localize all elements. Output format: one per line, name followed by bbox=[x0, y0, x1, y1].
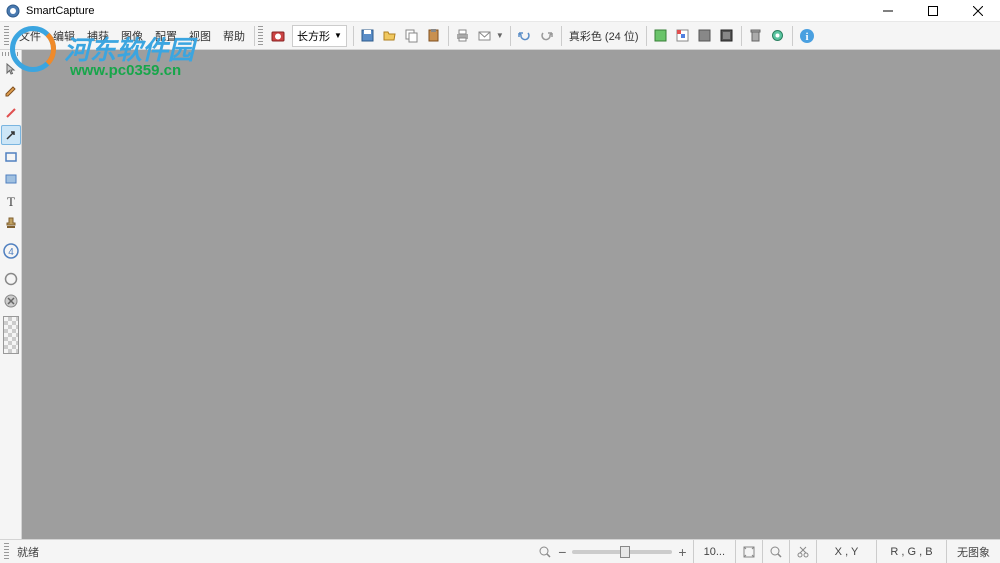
copy-button[interactable] bbox=[401, 25, 423, 47]
chevron-down-icon[interactable]: ▼ bbox=[496, 31, 504, 40]
filled-rect-tool[interactable] bbox=[1, 169, 21, 189]
separator bbox=[448, 26, 449, 46]
menu-edit[interactable]: 编辑 bbox=[47, 25, 81, 47]
statusbar-grip[interactable] bbox=[4, 543, 9, 561]
ellipse-tool[interactable] bbox=[1, 269, 21, 289]
zoom-slider[interactable] bbox=[572, 550, 672, 554]
zoom-in-button[interactable]: + bbox=[678, 544, 686, 560]
menu-capture[interactable]: 捕获 bbox=[81, 25, 115, 47]
zoom-slider-thumb[interactable] bbox=[620, 546, 630, 558]
svg-text:4: 4 bbox=[8, 247, 14, 258]
statusbar: 就绪 − + 10... X , Y R , G , B 无图象 bbox=[0, 539, 1000, 563]
capture-mode-dropdown[interactable]: 长方形 ▼ bbox=[292, 25, 347, 47]
color-depth-label: 真彩色 (24 位) bbox=[565, 28, 643, 44]
magnifier-button[interactable] bbox=[762, 540, 789, 563]
capture-button[interactable] bbox=[267, 25, 289, 47]
rgb-cell: R , G , B bbox=[876, 540, 946, 563]
effect2-button[interactable] bbox=[672, 25, 694, 47]
paste-button[interactable] bbox=[423, 25, 445, 47]
line-tool[interactable] bbox=[1, 103, 21, 123]
minimize-button[interactable] bbox=[865, 0, 910, 22]
save-button[interactable] bbox=[357, 25, 379, 47]
toolbar-grip[interactable] bbox=[4, 26, 9, 46]
main-toolbar: 文件 编辑 捕获 图像 配置 视图 帮助 长方形 ▼ ▼ 真彩色 (24 位) … bbox=[0, 22, 1000, 50]
text-tool[interactable]: T bbox=[1, 191, 21, 211]
number-tool[interactable]: 4 bbox=[1, 241, 21, 261]
image-info-cell: 无图象 bbox=[946, 540, 1000, 563]
app-icon bbox=[6, 4, 20, 18]
separator bbox=[353, 26, 354, 46]
cut-icon[interactable] bbox=[789, 540, 816, 563]
effect3-button[interactable] bbox=[694, 25, 716, 47]
menu-config[interactable]: 配置 bbox=[149, 25, 183, 47]
main-area: T 4 bbox=[0, 50, 1000, 539]
separator bbox=[510, 26, 511, 46]
open-button[interactable] bbox=[379, 25, 401, 47]
chevron-down-icon: ▼ bbox=[334, 31, 342, 40]
separator bbox=[792, 26, 793, 46]
delete-shape-tool[interactable] bbox=[1, 291, 21, 311]
undo-button[interactable] bbox=[514, 25, 536, 47]
capture-mode-label: 长方形 bbox=[297, 28, 330, 44]
effect1-button[interactable] bbox=[650, 25, 672, 47]
maximize-button[interactable] bbox=[910, 0, 955, 22]
separator bbox=[646, 26, 647, 46]
svg-text:T: T bbox=[7, 194, 15, 208]
print-button[interactable] bbox=[452, 25, 474, 47]
effect4-button[interactable] bbox=[716, 25, 738, 47]
settings-button[interactable] bbox=[767, 25, 789, 47]
pointer-tool[interactable] bbox=[1, 59, 21, 79]
zoom-icon bbox=[538, 545, 552, 559]
redo-button[interactable] bbox=[536, 25, 558, 47]
zoom-out-button[interactable]: − bbox=[558, 544, 566, 560]
coords-cell: X , Y bbox=[816, 540, 876, 563]
stamp-tool[interactable] bbox=[1, 213, 21, 233]
zoom-controls: − + bbox=[532, 544, 692, 560]
menu-image[interactable]: 图像 bbox=[115, 25, 149, 47]
fit-button[interactable] bbox=[735, 540, 762, 563]
separator bbox=[741, 26, 742, 46]
menu-help[interactable]: 帮助 bbox=[217, 25, 251, 47]
menu-view[interactable]: 视图 bbox=[183, 25, 217, 47]
window-title: SmartCapture bbox=[26, 5, 865, 17]
arrow-tool[interactable] bbox=[1, 125, 21, 145]
palette-grip[interactable] bbox=[2, 52, 20, 56]
window-controls bbox=[865, 0, 1000, 22]
toolbar-grip[interactable] bbox=[258, 26, 263, 46]
color-swatch[interactable] bbox=[3, 316, 19, 354]
separator bbox=[254, 26, 255, 46]
zoom-value: 10... bbox=[693, 540, 735, 563]
svg-text:i: i bbox=[805, 31, 808, 43]
rect-tool[interactable] bbox=[1, 147, 21, 167]
status-text: 就绪 bbox=[13, 544, 532, 560]
delete-button[interactable] bbox=[745, 25, 767, 47]
tool-palette: T 4 bbox=[0, 50, 22, 539]
email-button[interactable] bbox=[474, 25, 496, 47]
pencil-tool[interactable] bbox=[1, 81, 21, 101]
info-button[interactable]: i bbox=[796, 25, 818, 47]
menu-file[interactable]: 文件 bbox=[13, 25, 47, 47]
close-button[interactable] bbox=[955, 0, 1000, 22]
separator bbox=[561, 26, 562, 46]
titlebar: SmartCapture bbox=[0, 0, 1000, 22]
canvas-area[interactable] bbox=[22, 50, 1000, 539]
